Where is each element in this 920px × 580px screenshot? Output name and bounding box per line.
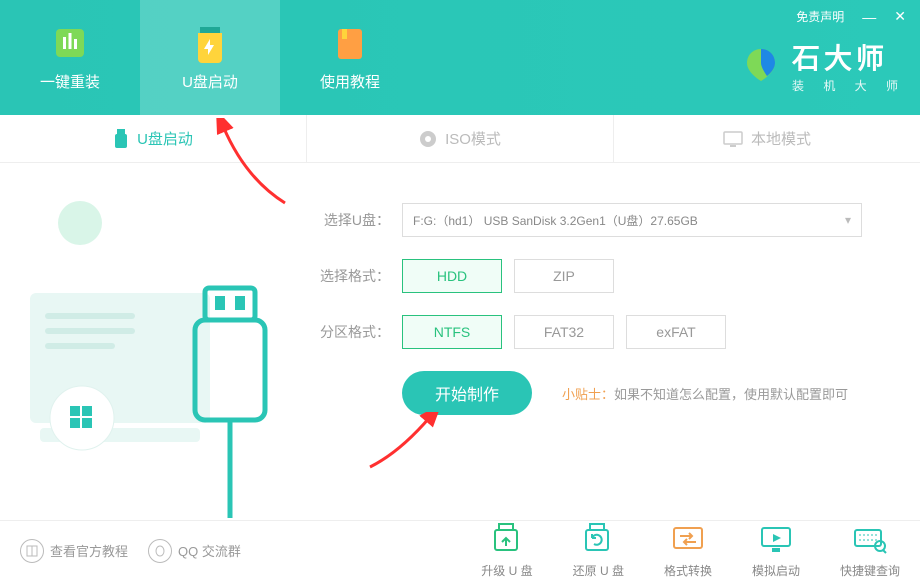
tab-usb-boot[interactable]: U盘启动 xyxy=(0,115,307,162)
upgrade-usb-icon xyxy=(489,522,525,558)
tip-label: 小贴士： xyxy=(562,387,614,402)
disk-value: F:G:（hd1） USB SanDisk 3.2Gen1（U盘）27.65GB xyxy=(413,212,698,229)
partition-exfat[interactable]: exFAT xyxy=(626,315,726,349)
tool-restore-usb[interactable]: 还原 U 盘 xyxy=(573,522,624,579)
chevron-down-icon: ▾ xyxy=(845,213,851,227)
usb-icon xyxy=(113,129,129,149)
convert-icon xyxy=(670,522,706,558)
tool-simulate-boot[interactable]: 模拟启动 xyxy=(752,522,800,579)
header: 一键重装 U盘启动 使用教程 免责声明 — ✕ 石大师 装 机 大 师 xyxy=(0,0,920,115)
brand-logo-icon xyxy=(740,45,782,87)
qq-icon xyxy=(148,539,172,563)
disk-select[interactable]: F:G:（hd1） USB SanDisk 3.2Gen1（U盘）27.65GB… xyxy=(402,203,862,237)
restore-usb-icon xyxy=(580,522,616,558)
nav-tutorial[interactable]: 使用教程 xyxy=(280,0,420,115)
tool-label: 模拟启动 xyxy=(752,562,800,579)
nav-label: U盘启动 xyxy=(182,71,238,92)
tool-label: 格式转换 xyxy=(664,562,712,579)
nav-label: 使用教程 xyxy=(320,71,380,92)
partition-ntfs[interactable]: NTFS xyxy=(402,315,502,349)
tip: 小贴士：如果不知道怎么配置，使用默认配置即可 xyxy=(562,384,848,403)
tab-label: U盘启动 xyxy=(137,128,193,149)
start-button[interactable]: 开始制作 xyxy=(402,371,532,415)
format-zip[interactable]: ZIP xyxy=(514,259,614,293)
hotkey-icon xyxy=(852,522,888,558)
tab-label: ISO模式 xyxy=(445,128,501,149)
close-button[interactable]: ✕ xyxy=(894,8,906,25)
format-hdd[interactable]: HDD xyxy=(402,259,502,293)
brand-subtitle: 装 机 大 师 xyxy=(792,77,906,94)
minimize-button[interactable]: — xyxy=(862,9,876,25)
format-label: 选择格式： xyxy=(310,266,390,286)
tip-text: 如果不知道怎么配置，使用默认配置即可 xyxy=(614,387,848,402)
link-label: 查看官方教程 xyxy=(50,541,128,560)
local-icon xyxy=(723,131,743,147)
iso-icon xyxy=(419,130,437,148)
disclaimer-link[interactable]: 免责声明 xyxy=(796,8,844,25)
tutorial-icon xyxy=(330,23,370,63)
brand-title: 石大师 xyxy=(792,37,906,77)
link-official-tutorial[interactable]: 查看官方教程 xyxy=(20,539,128,563)
nav-label: 一键重装 xyxy=(40,71,100,92)
disk-label: 选择U盘： xyxy=(310,210,390,230)
book-icon xyxy=(20,539,44,563)
partition-fat32[interactable]: FAT32 xyxy=(514,315,614,349)
tool-format-convert[interactable]: 格式转换 xyxy=(664,522,712,579)
tool-upgrade-usb[interactable]: 升级 U 盘 xyxy=(481,522,532,579)
tab-local-mode[interactable]: 本地模式 xyxy=(614,115,920,162)
tool-label: 升级 U 盘 xyxy=(481,562,532,579)
usb-boot-icon xyxy=(190,23,230,63)
reinstall-icon xyxy=(50,23,90,63)
link-qq-group[interactable]: QQ 交流群 xyxy=(148,539,241,563)
tab-iso-mode[interactable]: ISO模式 xyxy=(307,115,614,162)
link-label: QQ 交流群 xyxy=(178,541,241,560)
illustration xyxy=(0,163,300,520)
nav-reinstall[interactable]: 一键重装 xyxy=(0,0,140,115)
tab-label: 本地模式 xyxy=(751,128,811,149)
footer: 查看官方教程 QQ 交流群 升级 U 盘 还原 U 盘 格式转换 模拟启动 快捷… xyxy=(0,520,920,580)
tool-label: 还原 U 盘 xyxy=(573,562,624,579)
form-area: 选择U盘： F:G:（hd1） USB SanDisk 3.2Gen1（U盘）2… xyxy=(300,163,920,520)
brand: 石大师 装 机 大 师 xyxy=(740,37,906,94)
tool-hotkey-query[interactable]: 快捷键查询 xyxy=(840,522,900,579)
simulate-icon xyxy=(758,522,794,558)
nav-usb-boot[interactable]: U盘启动 xyxy=(140,0,280,115)
mode-tabs: U盘启动 ISO模式 本地模式 xyxy=(0,115,920,163)
tool-label: 快捷键查询 xyxy=(840,562,900,579)
partition-label: 分区格式： xyxy=(310,322,390,342)
